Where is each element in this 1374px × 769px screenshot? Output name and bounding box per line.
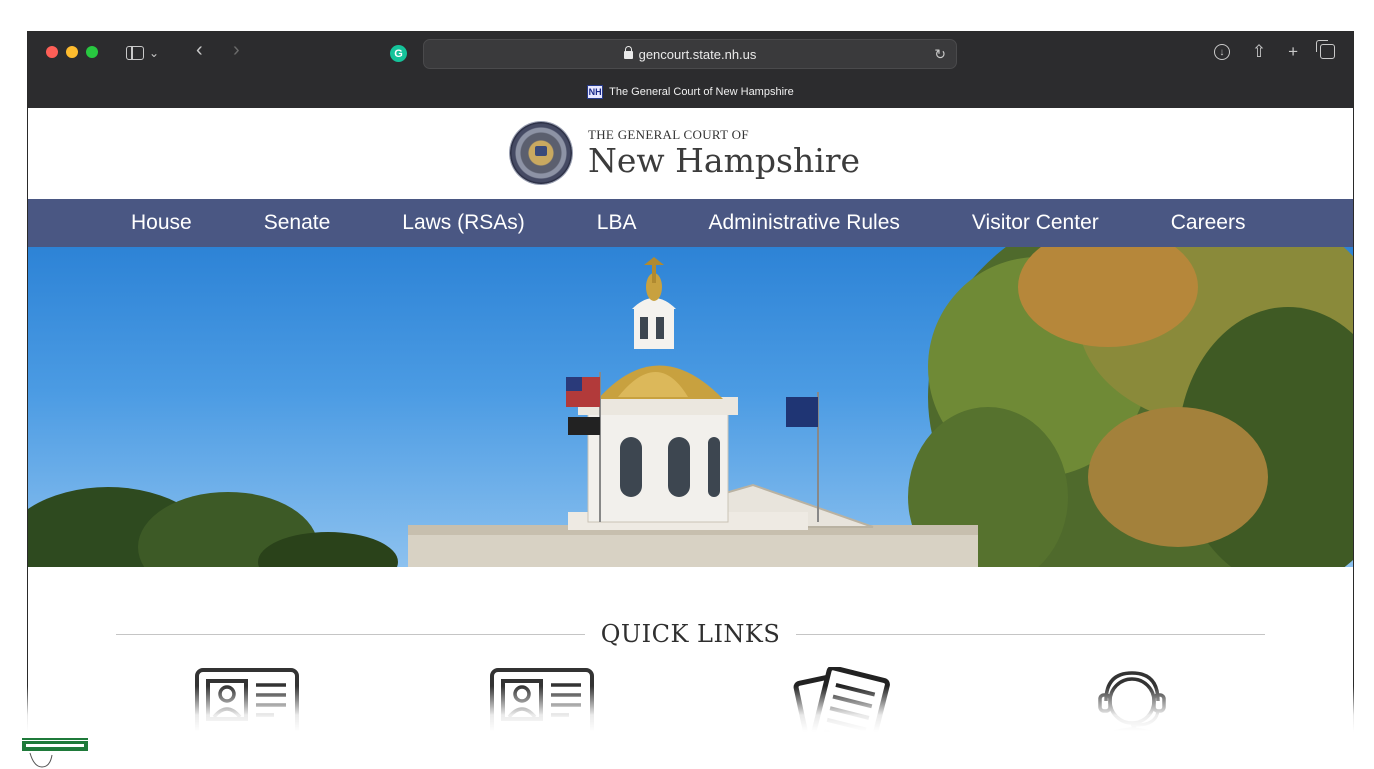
nh-favicon-icon: NH — [587, 85, 604, 99]
nav-administrative-rules[interactable]: Administrative Rules — [709, 211, 900, 235]
quick-links-title: QUICK LINKS — [600, 620, 781, 648]
divider-left — [116, 633, 585, 635]
nav-senate[interactable]: Senate — [264, 211, 331, 235]
new-tab-icon[interactable]: + — [1288, 42, 1298, 62]
nav-visitor-center[interactable]: Visitor Center — [972, 211, 1099, 235]
web-page: THE GENERAL COURT OF New Hampshire House… — [28, 108, 1353, 743]
window-controls — [46, 46, 98, 58]
sidebar-icon[interactable] — [126, 46, 144, 60]
lock-icon — [623, 46, 633, 59]
nhma-logo-icon — [22, 738, 88, 768]
reload-icon[interactable]: ↻ — [934, 46, 946, 63]
nav-laws[interactable]: Laws (RSAs) — [402, 211, 525, 235]
site-header: THE GENERAL COURT OF New Hampshire — [28, 108, 1353, 199]
address-bar[interactable]: gencourt.state.nh.us ↻ — [423, 39, 957, 69]
back-icon[interactable]: ‹ — [196, 40, 203, 60]
statehouse-building — [408, 257, 978, 567]
forward-icon[interactable]: › — [233, 40, 240, 60]
download-icon[interactable]: ↓ — [1213, 44, 1230, 60]
header-title[interactable]: New Hampshire — [588, 141, 860, 180]
browser-window: ⌄ ‹ › G gencourt.state.nh.us ↻ ↓ ⇧ + NH … — [28, 32, 1353, 743]
hero-image — [28, 247, 1353, 567]
toolbar-right: ↓ ⇧ + — [1213, 40, 1335, 62]
left-tree — [28, 487, 398, 567]
tab-title: The General Court of New Hampshire — [609, 86, 794, 98]
divider-right — [796, 633, 1265, 635]
tab-overview-icon[interactable] — [1316, 40, 1335, 59]
state-seal-icon[interactable] — [510, 122, 572, 184]
right-tree — [908, 247, 1353, 567]
minimize-window-button[interactable] — [66, 46, 78, 58]
tab-strip[interactable]: NH The General Court of New Hampshire — [28, 76, 1353, 108]
chevron-down-icon[interactable]: ⌄ — [149, 45, 159, 61]
nav-careers[interactable]: Careers — [1171, 211, 1246, 235]
main-nav: House Senate Laws (RSAs) LBA Administrat… — [28, 199, 1353, 247]
nav-house[interactable]: House — [131, 211, 192, 235]
share-icon[interactable]: ⇧ — [1252, 42, 1266, 62]
grammarly-icon[interactable]: G — [390, 45, 407, 62]
close-window-button[interactable] — [46, 46, 58, 58]
statehouse-illustration — [28, 247, 1353, 567]
browser-toolbar: ⌄ ‹ › G gencourt.state.nh.us ↻ ↓ ⇧ + — [28, 32, 1353, 76]
slide-bottom-fade — [0, 686, 1374, 769]
zoom-window-button[interactable] — [86, 46, 98, 58]
quick-links-heading: QUICK LINKS — [116, 619, 1265, 649]
url-text: gencourt.state.nh.us — [638, 46, 757, 62]
nav-lba[interactable]: LBA — [597, 211, 637, 235]
